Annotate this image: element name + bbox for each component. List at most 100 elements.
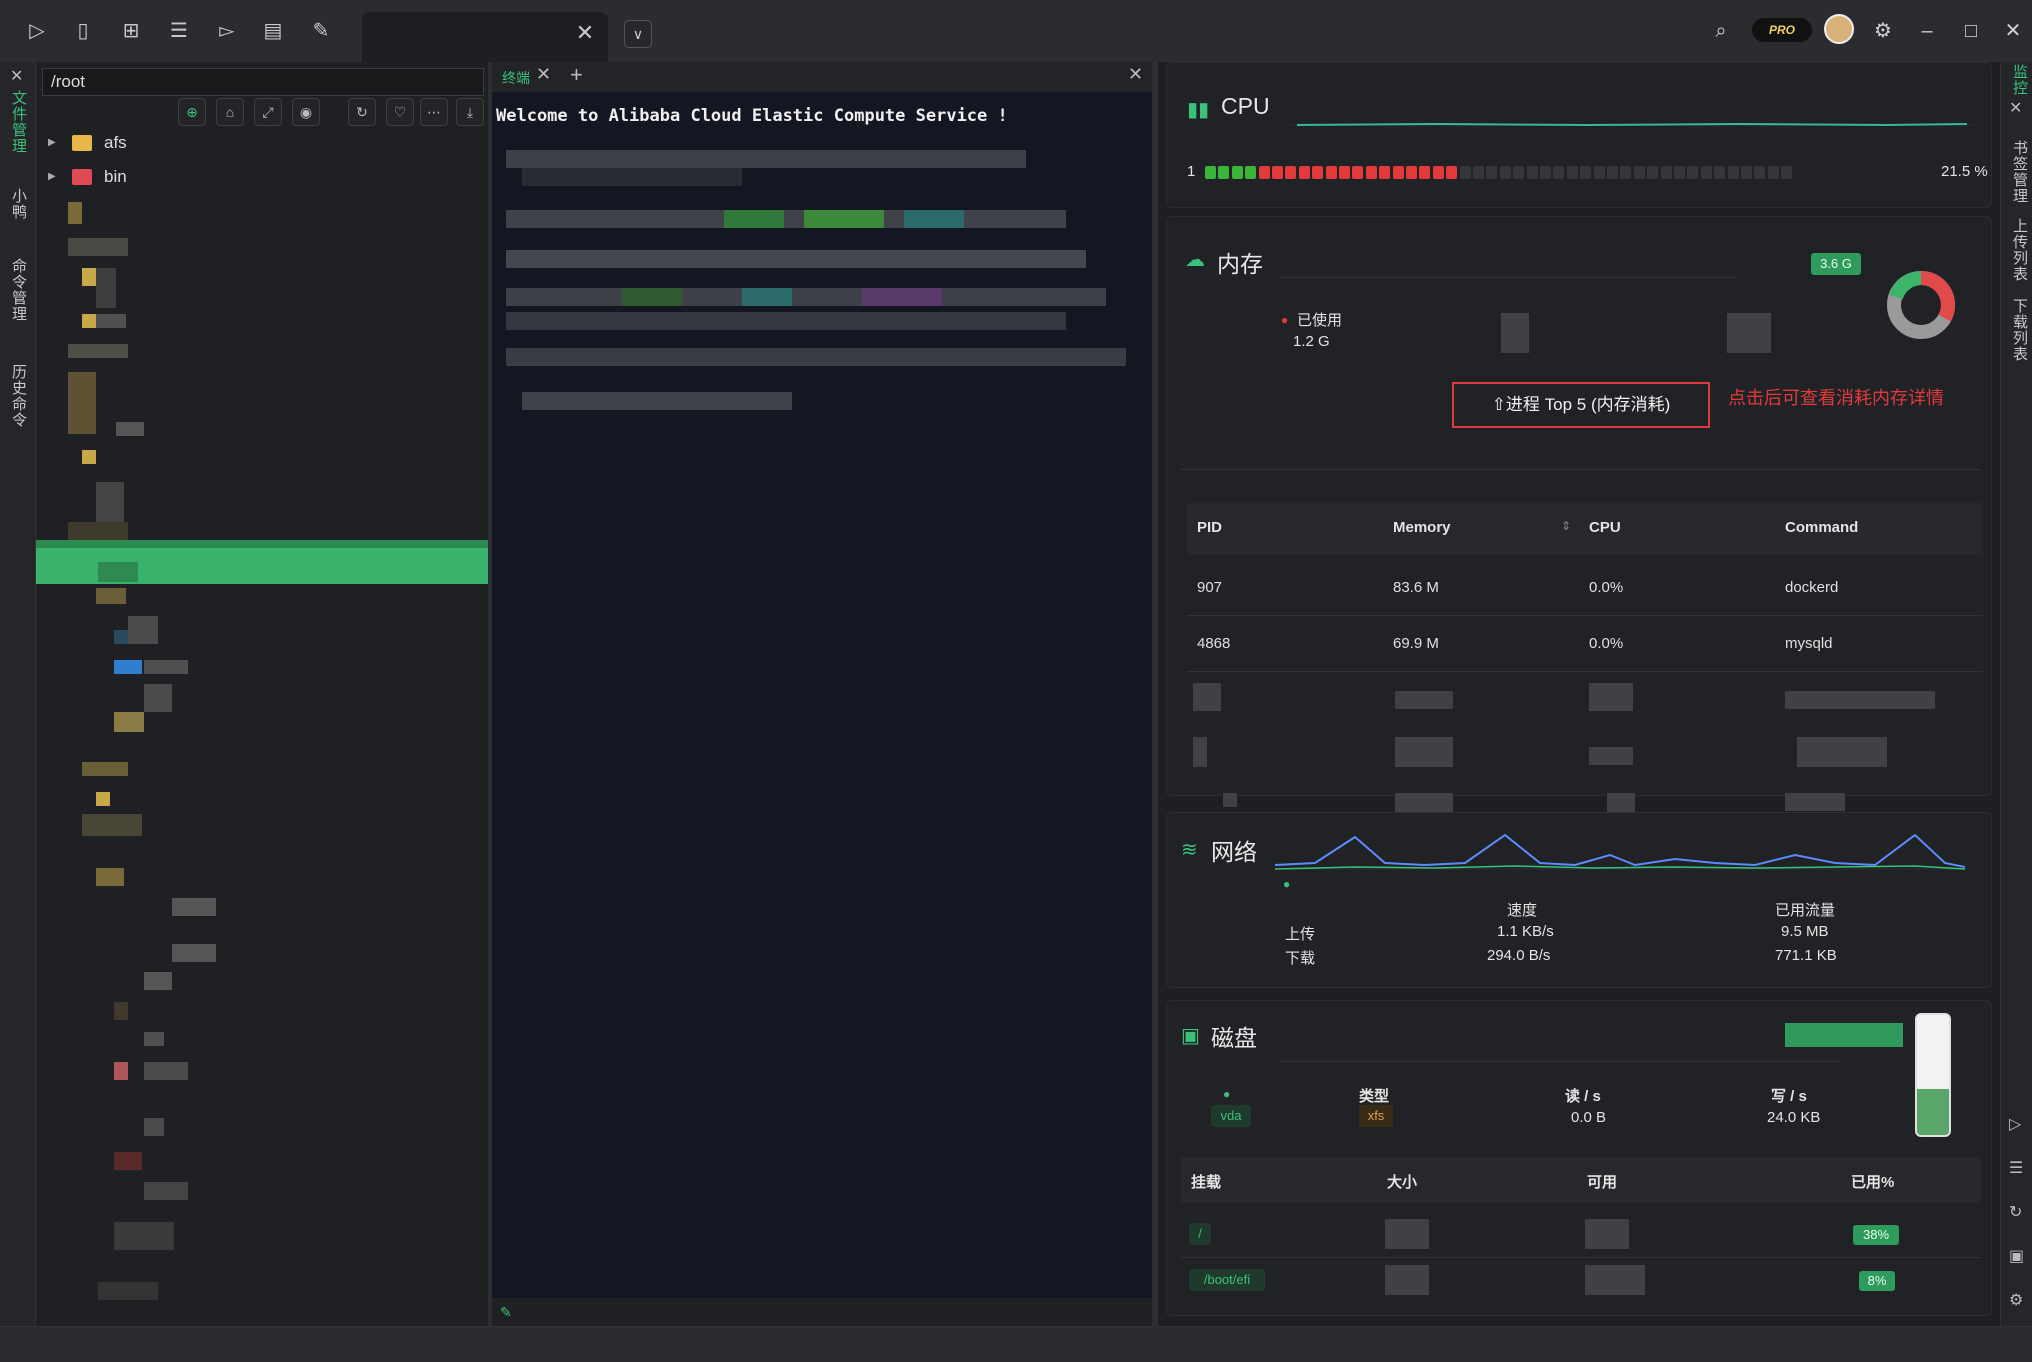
cpu-segment [1446,166,1458,179]
top5-process-button[interactable]: ⇧进程 Top 5 (内存消耗) [1452,382,1710,428]
download-speed: 294.0 B/s [1487,947,1551,964]
path-input[interactable]: /root [42,68,484,96]
vtab-bookmarks[interactable]: 书签管理 [2009,140,2030,204]
refresh-icon[interactable]: ↻ [348,98,376,126]
close-icon[interactable]: ✕ [1128,64,1143,85]
cpu-segment [1781,166,1793,179]
close-icon[interactable]: ✕ [2009,98,2022,118]
cpu-segment [1205,166,1216,179]
close-icon[interactable]: ✕ [536,64,551,85]
tree-item-bin[interactable]: ▶ bin [36,162,476,192]
cpu-segment [1607,166,1618,179]
disk-fs-badge: xfs [1359,1105,1393,1127]
pro-badge[interactable]: PRO [1752,18,1812,42]
close-panel-icon[interactable]: ✕ [10,66,23,86]
folder-icon [72,135,92,151]
locate-icon[interactable]: ⊕ [178,98,206,126]
tree-item-afs[interactable]: ▶ afs [36,128,476,158]
process-table-header: PID Memory ⇕ CPU Command [1187,503,1983,555]
cpu-segment [1620,166,1632,179]
layout-icon[interactable]: ⊞ [118,18,144,44]
vtab-file-manager[interactable]: 文件管理 [8,90,29,154]
list-icon[interactable]: ☰ [2009,1158,2023,1178]
upload-traffic: 9.5 MB [1781,923,1829,940]
disk-read-header: 读 / s [1565,1088,1601,1105]
memory-used-label: 已使用 [1297,312,1343,329]
tab-terminal[interactable]: 终端 [498,66,530,90]
vtab-download-list[interactable]: 下载列表 [2009,298,2030,362]
th-cpu[interactable]: CPU [1589,519,1621,536]
sort-icon[interactable]: ⇕ [1561,519,1571,533]
download-icon[interactable]: ⤓ [456,98,484,126]
cpu-segment [1526,166,1538,179]
maximize-icon[interactable]: □ [1956,16,1986,46]
top5-annotation: 点击后可查看消耗内存详情 [1728,388,1944,408]
cloud-icon: ☁ [1185,249,1205,271]
cpu-segment [1580,166,1592,179]
wrench-icon[interactable]: ✎ [308,18,334,44]
heart-icon[interactable]: ♡ [386,98,414,126]
th-mount[interactable]: 挂载 [1191,1171,1221,1192]
shell-icon[interactable]: ▻ [214,18,240,44]
th-pid[interactable]: PID [1197,519,1222,536]
tree-icon[interactable]: ☰ [166,18,192,44]
app-window: ▷ ▯ ⊞ ☰ ▻ ▤ ✎ ✕ ∨ ⌕ PRO ⚙ – □ ✕ ✕ 文件管理 小… [0,0,2032,1362]
more-icon[interactable]: ⋯ [420,98,448,126]
boot-used-pct: 8% [1859,1271,1895,1291]
bookmark-icon[interactable]: ▯ [70,18,96,44]
expand-caret-icon[interactable]: ▶ [48,162,56,192]
memory-used-value: 1.2 G [1293,333,1330,350]
th-free[interactable]: 可用 [1587,1171,1617,1192]
vtab-history[interactable]: 历史命令 [8,364,29,428]
network-title: 网络 [1211,839,1257,865]
row1-memory: 83.6 M [1393,579,1439,596]
collapse-icon[interactable]: ⤢ [254,98,282,126]
save-icon[interactable]: ▣ [2009,1246,2024,1266]
disk-type-header: 类型 [1359,1088,1390,1105]
memory-total-badge: 3.6 G [1811,253,1861,275]
cpu-segment [1513,166,1525,179]
row2-command: mysqld [1785,635,1833,652]
mount-boot-efi: /boot/efi [1189,1269,1265,1291]
disk-card: ▣ 磁盘 ● vda 类型 xfs 读 / s 0.0 B 写 / s 24.0… [1166,1000,1992,1316]
refresh-icon[interactable]: ↻ [2009,1202,2022,1222]
row2-memory: 69.9 M [1393,635,1439,652]
cpu-sparkline [1287,122,1977,127]
pin-icon[interactable]: ✎ [500,1304,512,1320]
terminal-welcome-text: Welcome to Alibaba Cloud Elastic Compute… [496,106,1008,126]
cpu-segment [1339,166,1350,179]
list-icon[interactable]: ▤ [260,18,286,44]
add-tab-icon[interactable]: + [570,62,583,88]
gear-icon[interactable]: ⚙ [2009,1290,2023,1310]
th-size[interactable]: 大小 [1387,1171,1417,1192]
network-speed-header: 速度 [1507,902,1538,919]
vtab-duck[interactable]: 小鸭 [8,188,29,220]
upload-speed: 1.1 KB/s [1497,923,1554,940]
gear-icon[interactable]: ⚙ [1868,16,1898,46]
cpu-segment [1499,166,1511,179]
home-icon[interactable]: ⌂ [216,98,244,126]
terminal-icon[interactable]: ▷ [2009,1114,2021,1134]
terminal-view[interactable]: Welcome to Alibaba Cloud Elastic Compute… [492,92,1152,1298]
minimize-icon[interactable]: – [1912,16,1942,46]
eye-icon[interactable]: ◉ [292,98,320,126]
cpu-segment [1392,166,1404,179]
vtab-command-manager[interactable]: 命令管理 [8,258,29,322]
expand-caret-icon[interactable]: ▶ [48,128,56,158]
tab-close-icon[interactable]: ✕ [572,20,598,46]
row2-cpu: 0.0% [1589,635,1624,652]
tree-item-label: bin [104,167,127,186]
cpu-segment [1459,166,1471,179]
avatar[interactable] [1824,14,1854,44]
vtab-upload-list[interactable]: 上传列表 [2009,218,2030,282]
th-memory[interactable]: Memory [1393,519,1451,536]
cpu-segment [1687,166,1699,179]
search-icon[interactable]: ⌕ [1706,16,1736,46]
th-used-pct[interactable]: 已用% [1851,1171,1894,1192]
terminal-icon[interactable]: ▷ [24,18,50,44]
cpu-segment [1593,166,1605,179]
vtab-monitor[interactable]: 监控 [2009,64,2030,96]
close-window-icon[interactable]: ✕ [1998,16,2028,46]
tab-dropdown-button[interactable]: ∨ [624,20,652,48]
th-command[interactable]: Command [1785,519,1858,536]
